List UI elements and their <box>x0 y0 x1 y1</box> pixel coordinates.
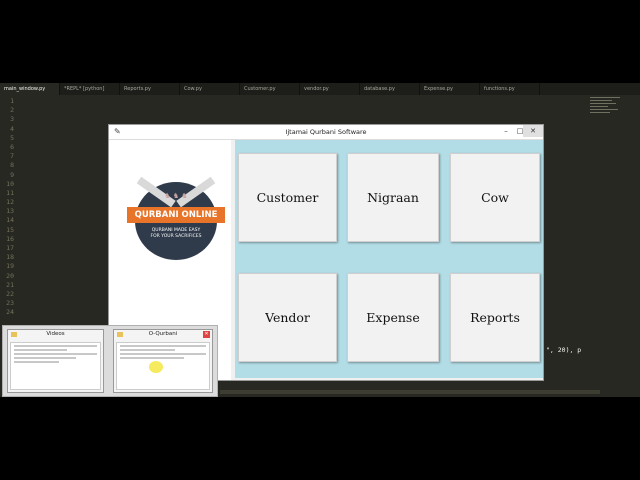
folder-icon <box>11 332 17 337</box>
line-number: 5 <box>10 133 14 142</box>
close-button[interactable]: ✕ <box>523 125 543 137</box>
close-icon[interactable]: ✕ <box>203 331 210 338</box>
line-number-gutter: 1 2 3 4 5 6 7 8 9 10 11 12 13 14 15 16 1… <box>0 97 14 318</box>
line-number: 21 <box>6 280 14 289</box>
minimize-button[interactable]: – <box>499 125 513 137</box>
line-number: 13 <box>6 207 14 216</box>
thumbnail-content <box>116 342 210 390</box>
line-number: 8 <box>10 161 14 170</box>
line-number: 6 <box>10 142 14 151</box>
line-number: 18 <box>6 253 14 262</box>
horizontal-scrollbar[interactable] <box>220 390 600 394</box>
line-number: 14 <box>6 216 14 225</box>
line-number: 10 <box>6 179 14 188</box>
customer-button[interactable]: Customer <box>238 153 337 242</box>
taskbar-preview-popup: Videos O-Qurbani ✕ <box>2 325 218 397</box>
tab-repl[interactable]: *REPL* [python] <box>60 83 120 95</box>
line-number: 3 <box>10 115 14 124</box>
logo-banner: QURBANI ONLINE <box>127 207 225 223</box>
folder-icon <box>117 332 123 337</box>
cursor-highlight <box>149 361 163 373</box>
line-number: 23 <box>6 299 14 308</box>
thumbnail-title: Videos <box>8 330 103 339</box>
tab-customer[interactable]: Customer.py <box>240 83 300 95</box>
tab-main-window[interactable]: main_window.py <box>0 83 60 95</box>
line-number: 12 <box>6 198 14 207</box>
line-number: 15 <box>6 225 14 234</box>
thumbnail-content <box>10 342 101 390</box>
thumbnail-title: O-Qurbani ✕ <box>114 330 212 339</box>
o-qurbani-window-thumbnail[interactable]: O-Qurbani ✕ <box>113 329 213 393</box>
editor-tab-bar: main_window.py *REPL* [python] Reports.p… <box>0 83 640 95</box>
line-number: 9 <box>10 170 14 179</box>
window-title: Ijtamai Qurbani Software <box>285 128 367 136</box>
tab-cow[interactable]: Cow.py <box>180 83 240 95</box>
tab-vendor[interactable]: vendor.py <box>300 83 360 95</box>
line-number: 7 <box>10 152 14 161</box>
line-number: 22 <box>6 289 14 298</box>
line-number: 4 <box>10 124 14 133</box>
line-number: 17 <box>6 244 14 252</box>
logo-tagline: QURBANI MADE EASY FOR YOUR SACRIFICES <box>135 228 217 240</box>
nigraan-button[interactable]: Nigraan <box>347 153 439 242</box>
qurbani-logo: ♞ ♞ ♞ QURBANI ONLINE QURBANI MADE EASY F… <box>127 172 225 262</box>
vendor-button[interactable]: Vendor <box>238 273 337 362</box>
title-bar[interactable]: ✎ Ijtamai Qurbani Software – □ ✕ <box>109 125 543 140</box>
reports-button[interactable]: Reports <box>450 273 540 362</box>
line-number: 24 <box>6 308 14 317</box>
videos-window-thumbnail[interactable]: Videos <box>7 329 104 393</box>
code-overflow-text: ", 20), p <box>546 346 582 354</box>
button-grid: Customer Nigraan Cow Vendor Expense Repo… <box>235 140 543 378</box>
cow-button[interactable]: Cow <box>450 153 540 242</box>
livestock-icon: ♞ ♞ ♞ <box>164 192 188 200</box>
minimap[interactable] <box>590 97 630 137</box>
line-number: 11 <box>6 188 14 197</box>
tab-database[interactable]: database.py <box>360 83 420 95</box>
tab-expense[interactable]: Expense.py <box>420 83 480 95</box>
line-number: 1 <box>10 97 14 105</box>
line-number: 2 <box>10 106 14 115</box>
expense-button[interactable]: Expense <box>347 273 439 362</box>
logo-tagline-line2: FOR YOUR SACRIFICES <box>150 234 202 239</box>
tab-functions[interactable]: functions.py <box>480 83 540 95</box>
line-number: 20 <box>6 271 14 280</box>
line-number: 16 <box>6 234 14 243</box>
tab-reports[interactable]: Reports.py <box>120 83 180 95</box>
line-number: 19 <box>6 262 14 271</box>
